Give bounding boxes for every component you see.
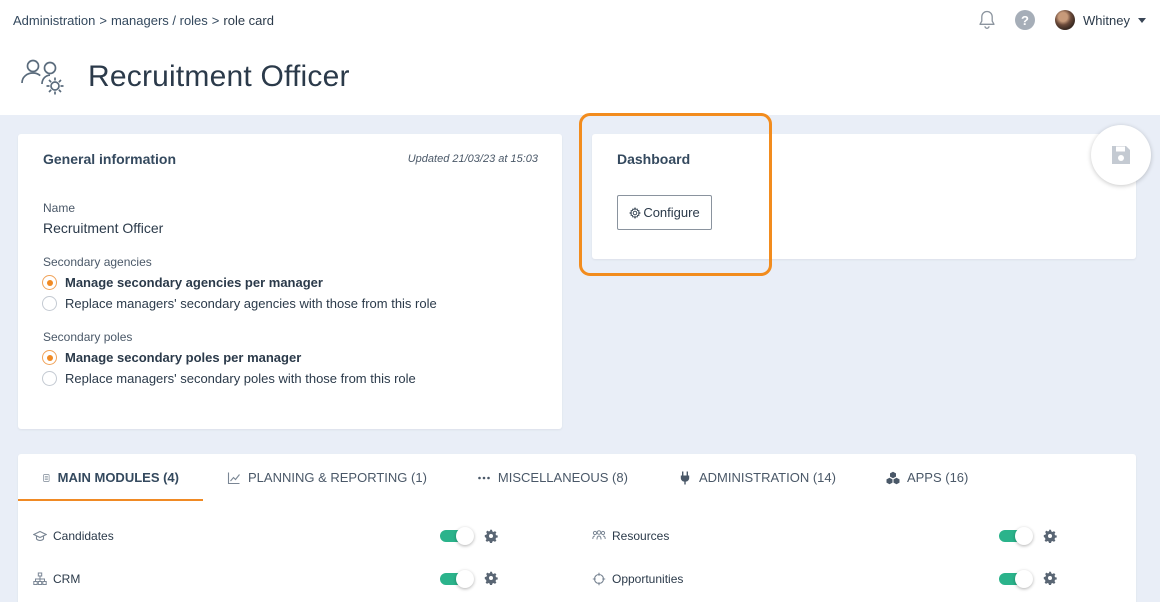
help-icon[interactable]: ? (1015, 10, 1036, 30)
tab-main-modules[interactable]: MAIN MODULES (4) (18, 454, 203, 501)
gear-icon[interactable] (1043, 529, 1057, 543)
radio-button[interactable] (42, 296, 57, 311)
document-icon (43, 473, 50, 482)
user-name: Whitney (1083, 12, 1130, 28)
tab-label: ADMINISTRATION (14) (698, 470, 836, 485)
general-information-card: General information Updated 21/03/23 at … (18, 134, 562, 429)
tab-apps[interactable]: APPS (16) (860, 454, 992, 501)
radio-replace-poles[interactable]: Replace managers' secondary poles with t… (42, 371, 416, 386)
tab-label: MISCELLANEOUS (8) (497, 470, 628, 485)
users-gear-icon (21, 59, 64, 95)
bell-icon[interactable] (977, 9, 997, 31)
save-button[interactable] (1091, 125, 1151, 185)
breadcrumb-separator: > (99, 13, 107, 28)
name-label: Name (43, 201, 76, 215)
dashboard-title: Dashboard (617, 151, 691, 167)
chart-line-icon (227, 472, 240, 484)
secondary-agencies-label: Secondary agencies (43, 255, 152, 269)
configure-label: Configure (643, 205, 700, 220)
toggle-knob (456, 570, 474, 588)
tab-administration[interactable]: ADMINISTRATION (14) (652, 454, 860, 501)
toggle-knob (456, 527, 474, 545)
module-resources: Resources (592, 529, 669, 543)
floppy-disk-icon (1112, 146, 1130, 164)
people-icon (592, 530, 606, 540)
gear-icon[interactable] (1043, 571, 1057, 585)
dashboard-card: Dashboard Configure (592, 134, 1136, 259)
radio-button[interactable] (42, 275, 57, 290)
tab-planning-reporting[interactable]: PLANNING & REPORTING (1) (203, 454, 451, 501)
breadcrumb: Administration > managers / roles > role… (13, 13, 274, 28)
toggle-candidates[interactable] (440, 527, 475, 545)
user-menu[interactable]: Whitney (1055, 10, 1146, 30)
module-crm: CRM (33, 572, 80, 586)
dots-icon (478, 476, 490, 479)
module-label: Opportunities (612, 572, 684, 586)
plug-icon (680, 471, 690, 484)
radio-label: Manage secondary agencies per manager (65, 275, 323, 290)
module-label: Candidates (53, 529, 114, 543)
updated-timestamp: Updated 21/03/23 at 15:03 (407, 153, 538, 165)
general-information-title: General information (43, 151, 177, 167)
module-label: CRM (53, 572, 81, 586)
module-opportunities: Opportunities (592, 572, 683, 586)
top-right-actions: ? Whitney (977, 8, 1146, 32)
modules-card: MAIN MODULES (4) PLANNING & REPORTING (1… (18, 454, 1136, 602)
top-bar: Administration > managers / roles > role… (0, 0, 1160, 115)
graduation-cap-icon (33, 530, 47, 542)
gear-icon (629, 206, 642, 219)
crosshair-icon (592, 572, 606, 586)
avatar (1055, 10, 1076, 30)
breadcrumb-separator: > (211, 13, 220, 28)
radio-manage-poles[interactable]: Manage secondary poles per manager (42, 350, 301, 365)
toggle-resources[interactable] (999, 527, 1034, 545)
configure-button[interactable]: Configure (617, 195, 712, 230)
chevron-down-icon (1138, 17, 1146, 23)
toggle-opportunities[interactable] (999, 570, 1034, 588)
tab-miscellaneous[interactable]: MISCELLANEOUS (8) (451, 454, 652, 501)
breadcrumb-current: role card (223, 13, 274, 28)
cubes-icon (886, 471, 900, 484)
radio-label: Replace managers' secondary agencies wit… (65, 296, 437, 311)
toggle-knob (1015, 527, 1033, 545)
gear-icon[interactable] (484, 529, 498, 543)
radio-label: Manage secondary poles per manager (65, 350, 302, 365)
tab-label: APPS (16) (906, 470, 969, 485)
gear-icon[interactable] (484, 571, 498, 585)
radio-button[interactable] (42, 350, 57, 365)
toggle-crm[interactable] (440, 570, 475, 588)
module-tabs: MAIN MODULES (4) PLANNING & REPORTING (1… (18, 454, 1136, 501)
toggle-knob (1015, 570, 1033, 588)
tab-label: MAIN MODULES (4) (57, 470, 179, 485)
page-header: Recruitment Officer (20, 56, 350, 98)
name-value: Recruitment Officer (43, 220, 164, 236)
radio-label: Replace managers' secondary poles with t… (65, 371, 416, 386)
radio-manage-agencies[interactable]: Manage secondary agencies per manager (42, 275, 323, 290)
sitemap-icon (33, 572, 47, 585)
tab-label: PLANNING & REPORTING (1) (248, 470, 427, 485)
module-candidates: Candidates (33, 529, 114, 543)
breadcrumb-administration[interactable]: Administration (13, 13, 95, 28)
secondary-poles-label: Secondary poles (43, 330, 133, 344)
breadcrumb-managers-roles[interactable]: managers / roles (111, 13, 208, 28)
module-label: Resources (612, 529, 670, 543)
radio-replace-agencies[interactable]: Replace managers' secondary agencies wit… (42, 296, 437, 311)
radio-button[interactable] (42, 371, 57, 386)
page-title: Recruitment Officer (88, 60, 350, 93)
